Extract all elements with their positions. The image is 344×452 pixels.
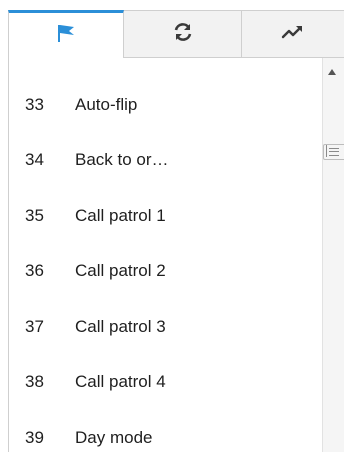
preset-name: Call patrol 3 [75,316,166,336]
tab-ptz[interactable] [8,10,124,58]
preset-item[interactable]: 36 Call patrol 2 [9,244,322,300]
preset-number: 38 [25,372,44,392]
refresh-icon [172,21,194,48]
preset-number: 39 [25,427,44,447]
scroll-up-arrow-icon[interactable] [328,69,336,75]
preset-name: Back to or… [75,150,169,170]
preset-number: 34 [25,150,44,170]
preset-name: Auto-flip [75,94,138,114]
preset-name: Call patrol 1 [75,205,166,225]
preset-number: 33 [25,94,44,114]
preset-item[interactable]: 39 Day mode [9,410,322,452]
preset-name: Call patrol 2 [75,261,166,281]
preset-name: Call patrol 4 [75,372,166,392]
tab-bar [0,0,344,58]
ptz-preset-panel: 33 Auto-flip 34 Back to or… 35 Call patr… [0,0,344,452]
preset-item[interactable]: 37 Call patrol 3 [9,299,322,355]
tab-trend[interactable] [242,10,344,58]
preset-name: Day mode [75,427,153,447]
preset-item[interactable]: 38 Call patrol 4 [9,355,322,411]
preset-number: 35 [25,205,44,225]
scrollbar-thumb[interactable] [323,144,344,160]
tab-refresh[interactable] [124,10,242,58]
preset-list: 33 Auto-flip 34 Back to or… 35 Call patr… [9,77,322,452]
trend-icon [281,23,305,46]
vertical-scrollbar[interactable] [322,58,344,452]
preset-item[interactable]: 35 Call patrol 1 [9,188,322,244]
flag-icon [55,23,77,48]
preset-list-area: 33 Auto-flip 34 Back to or… 35 Call patr… [8,58,322,452]
preset-item[interactable]: 34 Back to or… [9,133,322,189]
grip-icon [326,145,339,157]
preset-number: 37 [25,316,44,336]
preset-number: 36 [25,261,44,281]
preset-item[interactable]: 33 Auto-flip [9,77,322,133]
